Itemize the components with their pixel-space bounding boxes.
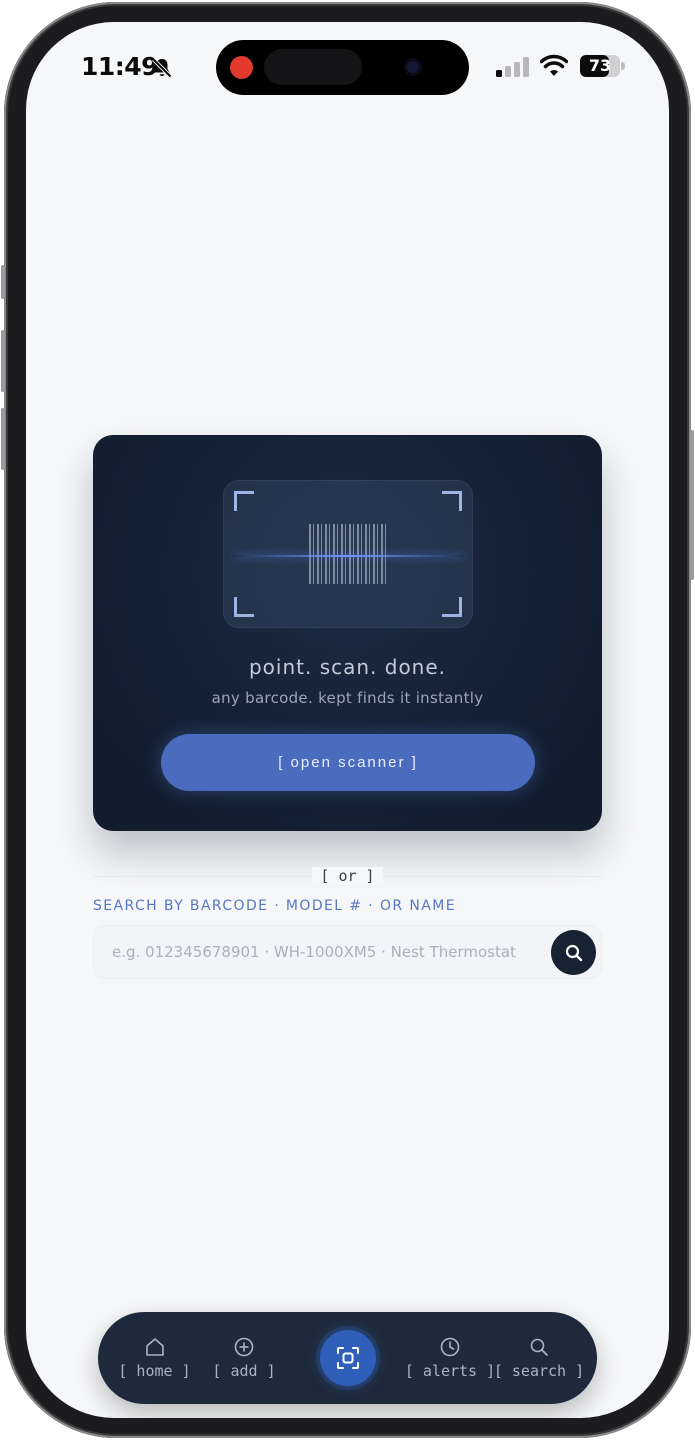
- nav-label-search: [ search ]: [493, 1362, 585, 1380]
- bell-slash-icon: [152, 58, 172, 78]
- add-circle-icon: [234, 1337, 254, 1357]
- nav-item-add[interactable]: [ add ]: [208, 1312, 280, 1404]
- battery-tip: [621, 62, 625, 70]
- nav-item-home[interactable]: [ home ]: [116, 1312, 193, 1404]
- front-camera: [404, 58, 422, 76]
- volume-down-button: [1, 408, 5, 470]
- scan-card: point. scan. done. any barcode. kept fin…: [93, 435, 602, 831]
- battery-percentage: 73: [588, 56, 612, 75]
- or-divider-label: [ or ]: [26, 867, 669, 885]
- nav-scan-button[interactable]: [320, 1330, 376, 1386]
- viewfinder-corner: [234, 597, 254, 617]
- status-time: 11:49: [81, 52, 159, 81]
- power-button: [690, 430, 694, 580]
- search-box: [93, 925, 602, 979]
- open-scanner-button[interactable]: [ open scanner ]: [161, 734, 535, 791]
- viewfinder-corner: [234, 491, 254, 511]
- barcode-icon: [309, 524, 389, 584]
- search-caption: SEARCH BY BARCODE · MODEL # · OR NAME: [93, 898, 456, 914]
- recording-indicator: [230, 56, 253, 79]
- search-icon: [565, 944, 582, 961]
- status-bar: 11:49 73: [26, 22, 669, 112]
- nav-label-add: [ add ]: [212, 1362, 276, 1380]
- screen: 11:49 73 point. scan. done. any barcode.…: [26, 22, 669, 1418]
- scan-line: [234, 555, 464, 557]
- clock-icon: [440, 1337, 460, 1357]
- nav-item-alerts[interactable]: [ alerts ]: [405, 1312, 495, 1404]
- scan-title: point. scan. done.: [248, 655, 447, 679]
- bottom-nav: [ home ] [ add ] [ alerts ] [search]: [98, 1312, 597, 1404]
- wifi-icon: [540, 54, 568, 76]
- scan-icon: [337, 1347, 359, 1369]
- volume-up-button: [1, 330, 5, 392]
- search-button[interactable]: [551, 930, 596, 975]
- nav-label-alerts: [ alerts ]: [404, 1362, 496, 1380]
- home-icon: [145, 1338, 164, 1356]
- search-input[interactable]: [112, 926, 546, 978]
- search-icon: [530, 1338, 548, 1356]
- action-button: [1, 265, 5, 299]
- viewfinder-corner: [442, 597, 462, 617]
- cellular-signal-icon: [496, 57, 529, 77]
- nav-item-search[interactable]: [ search ]: [493, 1312, 585, 1404]
- scanner-viewfinder: [223, 480, 473, 628]
- or-text: [ or ]: [312, 867, 383, 885]
- battery-icon: 73: [580, 55, 626, 77]
- dynamic-island: [216, 40, 469, 95]
- scan-subtitle: any barcode. kept finds it instantly: [211, 689, 484, 707]
- island-activity: [264, 49, 362, 85]
- viewfinder-corner: [442, 491, 462, 511]
- nav-label-home: [ home ]: [118, 1362, 191, 1380]
